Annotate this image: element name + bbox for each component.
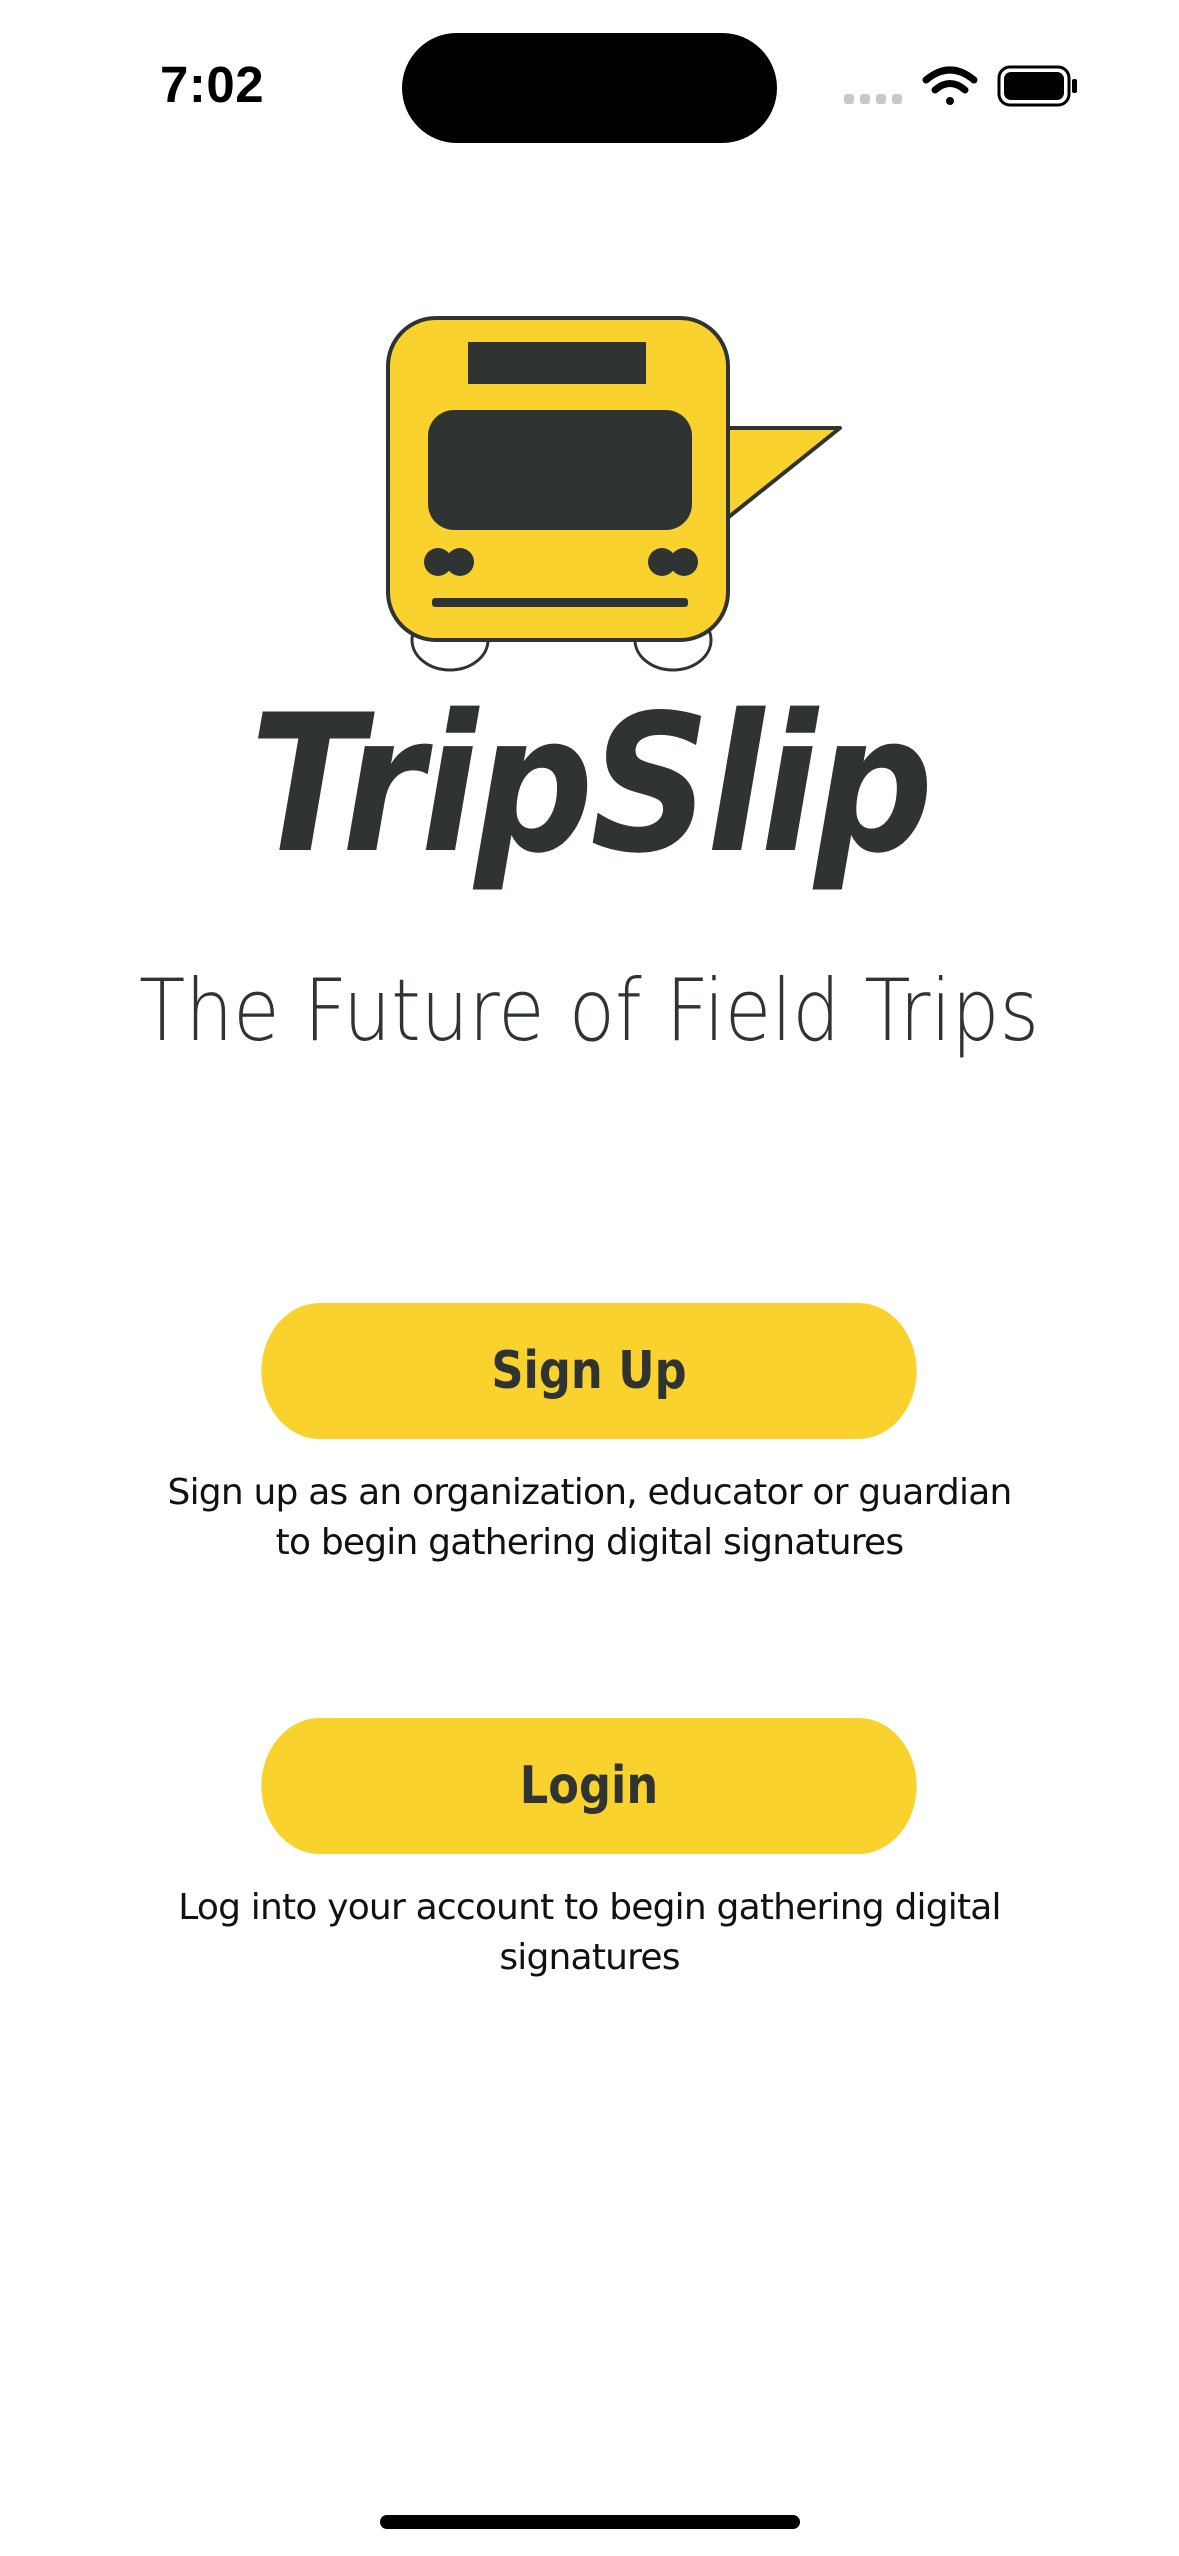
login-description: Log into your account to begin gathering… bbox=[178, 1887, 1001, 1978]
svg-text:TripSlip: TripSlip bbox=[250, 675, 930, 895]
status-time: 7:02 bbox=[160, 56, 265, 113]
dynamic-island bbox=[402, 33, 777, 143]
home-indicator[interactable] bbox=[380, 2515, 800, 2529]
bus-logo-icon bbox=[386, 316, 842, 672]
cellular-signal-icon bbox=[844, 94, 902, 104]
sign-up-description: Sign up as an organization, educator or … bbox=[167, 1472, 1013, 1563]
svg-text:The Future of Field Trips: The Future of Field Trips bbox=[139, 961, 1039, 1061]
wifi-icon bbox=[922, 66, 978, 105]
sign-up-button[interactable]: Sign Up bbox=[261, 1303, 917, 1439]
login-button[interactable]: Login bbox=[261, 1718, 917, 1854]
battery-icon bbox=[997, 65, 1077, 107]
tripslip-wordmark: TripSlip bbox=[250, 675, 934, 895]
tagline: The Future of Field Trips bbox=[139, 961, 1039, 1061]
status-icons bbox=[844, 65, 1077, 107]
